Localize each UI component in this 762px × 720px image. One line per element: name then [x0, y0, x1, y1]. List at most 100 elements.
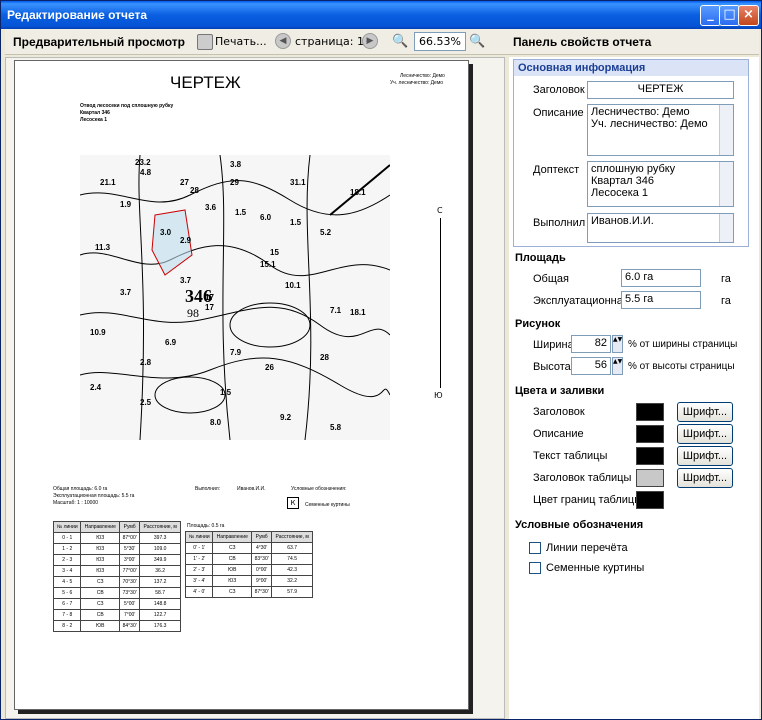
color-swatch[interactable]: [636, 403, 664, 421]
table1-cell: 397.3: [139, 532, 181, 544]
font-button[interactable]: Шрифт...: [677, 468, 733, 488]
font-button[interactable]: Шрифт...: [677, 402, 733, 422]
svg-text:3.7: 3.7: [120, 288, 132, 297]
table1-cell: 349.9: [139, 554, 181, 566]
table2-cell: ЮЗ: [212, 575, 253, 587]
scale-text: Масштаб: 1 : 10000: [53, 500, 99, 506]
table2-cell: 74.5: [271, 553, 313, 565]
table1-cell: ЮЗ: [80, 543, 121, 555]
check-lines-checkbox[interactable]: [529, 542, 541, 554]
svg-text:4.8: 4.8: [140, 168, 152, 177]
prev-page-icon[interactable]: ◀: [275, 33, 291, 49]
report-subtitle-3: Лесосека 1: [80, 117, 108, 123]
report-subtitle-1: Отвод лесосеки под сплошную рубку: [80, 103, 174, 109]
check-seed-label: Семенные куртины: [546, 562, 645, 574]
font-button[interactable]: Шрифт...: [677, 446, 733, 466]
header-label: Заголовок: [533, 84, 585, 96]
check-seed-checkbox[interactable]: [529, 562, 541, 574]
svg-text:18.1: 18.1: [350, 188, 366, 197]
print-button[interactable]: Печать...: [215, 32, 267, 52]
table1-cell: ЮЗ: [80, 565, 121, 577]
report-editor-window: Редактирование отчета _ □ × Предваритель…: [0, 0, 762, 720]
svg-text:8.0: 8.0: [210, 418, 222, 427]
table2-cell: 83°30': [251, 553, 273, 565]
description-scrollbar[interactable]: [719, 105, 733, 155]
south-label: Ю: [434, 391, 443, 400]
table1-cell: ЮЗ: [80, 554, 121, 566]
table2-cell: 4°30': [251, 542, 273, 554]
report-district: Уч. лесничество: Демо: [390, 80, 444, 86]
table-row: 0' - 1' СЗ 4°30' 63.7: [184, 542, 313, 554]
color-swatch[interactable]: [636, 491, 664, 509]
table1-cell: 3°00': [119, 554, 141, 566]
height-spinner[interactable]: 56: [571, 357, 611, 375]
table1-cell: 7°00': [119, 609, 141, 621]
performer-label: Выполнил: [533, 217, 586, 229]
svg-text:3.0: 3.0: [160, 228, 172, 237]
svg-text:3.8: 3.8: [230, 160, 242, 169]
width-spinner-arrows-icon[interactable]: ▲▼: [612, 335, 623, 353]
table1-header: № линии: [52, 521, 82, 533]
table2-header: Румб: [251, 531, 273, 543]
table-row: 4' - 0' СЗ 87°30' 57.9: [184, 586, 313, 598]
total-area-input[interactable]: 6.0 га: [621, 269, 701, 287]
table2-cell: 32.2: [271, 575, 313, 587]
table1-cell: 36.2: [139, 565, 181, 577]
performer-scrollbar[interactable]: [719, 214, 733, 242]
legend-seed-text: Семенные куртины: [305, 502, 350, 508]
table1-cell: 122.7: [139, 609, 181, 621]
table1-cell: 6 - 7: [52, 598, 82, 610]
svg-text:3.6: 3.6: [205, 203, 217, 212]
table2-cell: 3' - 4': [184, 575, 214, 587]
title-bar[interactable]: Редактирование отчета _ □ ×: [1, 1, 761, 29]
exp-area-input[interactable]: 5.5 га: [621, 291, 701, 309]
bearing-table-2: № линии Направление Румб Расстояние, м 0' - …: [184, 531, 313, 598]
table2-header: № линии: [184, 531, 214, 543]
zoom-in-icon[interactable]: 🔍: [469, 32, 485, 52]
table1-cell: СВ: [80, 587, 121, 599]
quarter-number: 346: [185, 286, 212, 306]
extra-text: сплошную рубку Квартал 346 Лесосека 1: [591, 163, 676, 199]
window-title: Редактирование отчета: [7, 8, 148, 22]
color-swatch[interactable]: [636, 425, 664, 443]
next-page-icon[interactable]: ▶: [362, 33, 378, 49]
table-row: 4 - 5 СЗ 70°30' 137.2: [52, 576, 181, 588]
table2-cell: 2' - 3': [184, 564, 214, 576]
color-swatch[interactable]: [636, 469, 664, 487]
svg-text:7.9: 7.9: [230, 348, 242, 357]
svg-text:1.5: 1.5: [220, 388, 232, 397]
preview-area[interactable]: ЧЕРТЕЖ Лесничество: Демо Уч. лесничество…: [5, 57, 505, 719]
extra-text-scrollbar[interactable]: [719, 162, 733, 206]
table-row: 7 - 8 СВ 7°00' 122.7: [52, 609, 181, 621]
table1-cell: 5°00': [119, 598, 141, 610]
svg-text:15.1: 15.1: [260, 260, 276, 269]
description-textarea[interactable]: Лесничество: Демо Уч. лесничество: Демо: [587, 104, 734, 156]
height-spinner-arrows-icon[interactable]: ▲▼: [612, 357, 623, 375]
table1-cell: 3 - 4: [52, 565, 82, 577]
font-button[interactable]: Шрифт...: [677, 424, 733, 444]
zoom-field[interactable]: 66.53%: [414, 32, 466, 51]
table1-cell: ЮВ: [80, 620, 121, 632]
performer-textarea[interactable]: Иванов.И.И.: [587, 213, 734, 243]
drawing-section-title: Рисунок: [515, 318, 561, 330]
height-label: Высота: [533, 361, 571, 373]
color-row-label: Цвет границ таблицы: [533, 494, 643, 506]
color-swatch[interactable]: [636, 447, 664, 465]
header-input[interactable]: ЧЕРТЕЖ: [587, 81, 734, 99]
extra-text-textarea[interactable]: сплошную рубку Квартал 346 Лесосека 1: [587, 161, 734, 207]
color-row-label: Заголовок: [533, 406, 585, 418]
svg-text:18.1: 18.1: [350, 308, 366, 317]
printer-icon[interactable]: [197, 34, 213, 50]
minimize-icon[interactable]: _: [700, 5, 721, 26]
table1-cell: СЗ: [80, 576, 121, 588]
close-icon[interactable]: ×: [738, 5, 759, 26]
report-title: ЧЕРТЕЖ: [170, 73, 241, 92]
report-page: ЧЕРТЕЖ Лесничество: Демо Уч. лесничество…: [14, 60, 469, 710]
table1-header: Расстояние, м: [139, 521, 181, 533]
width-spinner[interactable]: 82: [571, 335, 611, 353]
width-note: % от ширины страницы: [628, 339, 738, 350]
table2-cell: 42.3: [271, 564, 313, 576]
zoom-out-icon[interactable]: 🔍: [392, 32, 408, 52]
exp-area-text: Эксплуатационная площадь: 5.5 га: [53, 493, 135, 499]
maximize-icon[interactable]: □: [719, 5, 740, 26]
